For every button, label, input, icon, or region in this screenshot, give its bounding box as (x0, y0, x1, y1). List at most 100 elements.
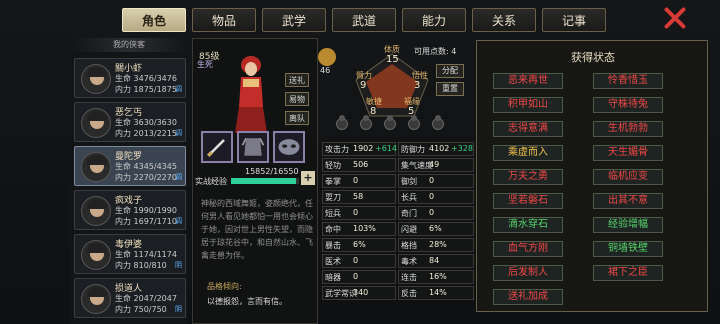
stat-bonus: +328 (451, 144, 473, 153)
stat-value: 16% (429, 272, 447, 281)
send-gift-button[interactable]: 送礼 (285, 73, 309, 87)
hero-inner-power: 内力 810/810 (115, 261, 167, 270)
state-badge[interactable]: 怜香惜玉 (593, 73, 663, 89)
stat-cell: 暗器 0 (322, 270, 396, 284)
stat-cell: 格挡 28% (398, 238, 474, 252)
character-portrait (235, 56, 267, 133)
stat-name: 连击 (401, 273, 417, 282)
state-badge[interactable]: 天生媚骨 (593, 145, 663, 161)
hero-list-item[interactable]: 曼陀罗 生命 4345/4345 内力 2270/2270 调 (74, 146, 186, 186)
state-badge[interactable]: 乘虚而入 (493, 145, 563, 161)
stat-name: 攻击力 (325, 145, 349, 154)
state-badge[interactable]: 经验增幅 (593, 217, 663, 233)
state-badge[interactable]: 守株待兔 (593, 97, 663, 113)
tab-martial-path[interactable]: 武道 (332, 8, 396, 32)
armor-slot-icon[interactable] (237, 131, 269, 163)
stat-name: 暗器 (325, 273, 341, 282)
tab-martial-arts[interactable]: 武学 (262, 8, 326, 32)
hero-tag: 阴 (175, 305, 182, 313)
slot-icon[interactable] (384, 115, 396, 130)
points-value: 4 (451, 47, 457, 56)
hero-inner-power: 内力 1697/1710 (115, 217, 177, 226)
state-badge[interactable]: 恶来再世 (493, 73, 563, 89)
state-badge[interactable]: 万夫之勇 (493, 169, 563, 185)
hero-list-item[interactable]: 關小虾 生命 3476/3476 内力 1875/1875 调 (74, 58, 186, 98)
avatar (81, 64, 111, 94)
stat-name: 短兵 (325, 209, 341, 218)
hero-tag: 阴 (175, 261, 182, 269)
hero-life: 生命 2047/2047 (115, 294, 177, 303)
stat-value: 506 (353, 160, 369, 169)
trade-button[interactable]: 易物 (285, 92, 309, 106)
state-badge[interactable]: 坚若磐石 (493, 193, 563, 209)
hero-list-item[interactable]: 毒伊婆 生命 1174/1174 内力 810/810 阴 (74, 234, 186, 274)
stat-cell: 耍刀 58 (322, 190, 396, 204)
stat-value: 340 (353, 288, 369, 297)
state-badge[interactable]: 铜墙铁壁 (593, 241, 663, 257)
state-badge[interactable]: 志得意满 (493, 121, 563, 137)
hero-list-item[interactable]: 损道人 生命 2047/2047 内力 750/750 阴 (74, 278, 186, 318)
tab-ability[interactable]: 能力 (402, 8, 466, 32)
tab-character[interactable]: 角色 (122, 8, 186, 32)
state-badge[interactable]: 裙下之臣 (593, 265, 663, 281)
slot-icon[interactable] (408, 115, 420, 130)
stat-name: 防御力 (401, 145, 425, 154)
game-screen: 角色 物品 武学 武道 能力 关系 记事 我的侠客 關小虾 生命 3476/347… (0, 0, 720, 324)
hero-life: 生命 1990/1990 (115, 206, 177, 215)
stat-value: 49 (429, 160, 440, 169)
avatar (81, 152, 111, 182)
close-icon[interactable] (662, 6, 688, 30)
state-badge[interactable]: 送礼加成 (493, 289, 563, 305)
stat-cell: 攻击力 1902 +614 (322, 142, 397, 156)
comprehension-value: 3 (414, 80, 421, 91)
stat-name: 命中 (325, 225, 341, 234)
plus-icon[interactable]: + (301, 171, 315, 185)
hero-inner-power: 内力 2270/2270 (115, 173, 177, 182)
stat-value: 58 (353, 192, 364, 201)
slot-icon[interactable] (336, 115, 348, 130)
leave-team-button[interactable]: 离队 (285, 111, 309, 125)
state-badge[interactable]: 生机勃勃 (593, 121, 663, 137)
stat-cell: 毒术 84 (398, 254, 474, 268)
avatar (81, 284, 111, 314)
tab-bar: 角色 物品 武学 武道 能力 关系 记事 (122, 8, 606, 32)
state-badge[interactable]: 出其不意 (593, 193, 663, 209)
hero-inner-power: 内力 750/750 (115, 305, 167, 314)
state-badge[interactable]: 血气方刚 (493, 241, 563, 257)
stat-value: 0 (353, 272, 359, 281)
hero-life: 生命 3630/3630 (115, 118, 177, 127)
stat-value: 14% (429, 288, 447, 297)
tab-relations[interactable]: 关系 (472, 8, 536, 32)
stat-cell: 御剑 0 (398, 174, 474, 188)
avatar (81, 240, 111, 270)
tab-items[interactable]: 物品 (192, 8, 256, 32)
hero-tag: 调 (175, 129, 182, 137)
exp-label: 实战经验 (195, 177, 227, 186)
state-badge[interactable]: 滴水穿石 (493, 217, 563, 233)
accessory-slot-icon[interactable] (273, 131, 305, 163)
hero-list-title: 我的侠客 (70, 38, 188, 52)
stat-value: 0 (429, 176, 435, 185)
personality-title: 品格倾向: (207, 282, 242, 291)
avatar (81, 108, 111, 138)
hero-list-item[interactable]: 恶乞丐 生命 3630/3630 内力 2013/2215 调 (74, 102, 186, 142)
slot-icon[interactable] (432, 115, 444, 130)
coin-icon (318, 48, 336, 66)
stat-cell: 拳掌 0 (322, 174, 396, 188)
avatar (81, 196, 111, 226)
state-badge[interactable]: 后发制人 (493, 265, 563, 281)
slot-icon[interactable] (360, 115, 372, 130)
weapon-slot-icon[interactable] (201, 131, 233, 163)
exp-bar (231, 178, 299, 184)
state-badge[interactable]: 临机应变 (593, 169, 663, 185)
hero-list-item[interactable]: 疯戏子 生命 1990/1990 内力 1697/1710 调 (74, 190, 186, 230)
reset-button[interactable]: 重置 (436, 82, 464, 96)
state-badge[interactable]: 积甲如山 (493, 97, 563, 113)
stat-cell: 暴击 6% (322, 238, 396, 252)
constitution-value: 15 (386, 54, 399, 65)
hero-life: 生命 3476/3476 (115, 74, 177, 83)
stat-value: 0 (429, 208, 435, 217)
tab-notes[interactable]: 记事 (542, 8, 606, 32)
stat-value: 1902 (353, 144, 374, 153)
assign-button[interactable]: 分配 (436, 64, 464, 78)
